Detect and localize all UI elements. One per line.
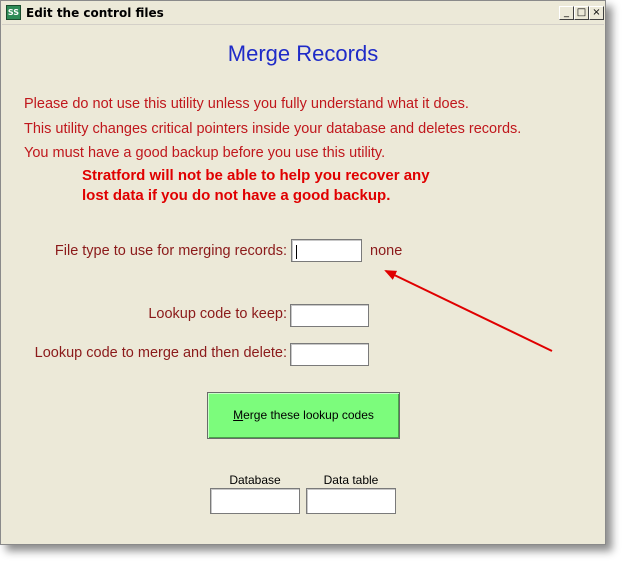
- red-arrow-annotation: [384, 270, 553, 352]
- arrow-line: [384, 270, 553, 352]
- edit-control-files-window: SS Edit the control files _ □ × Merge Re…: [0, 0, 606, 545]
